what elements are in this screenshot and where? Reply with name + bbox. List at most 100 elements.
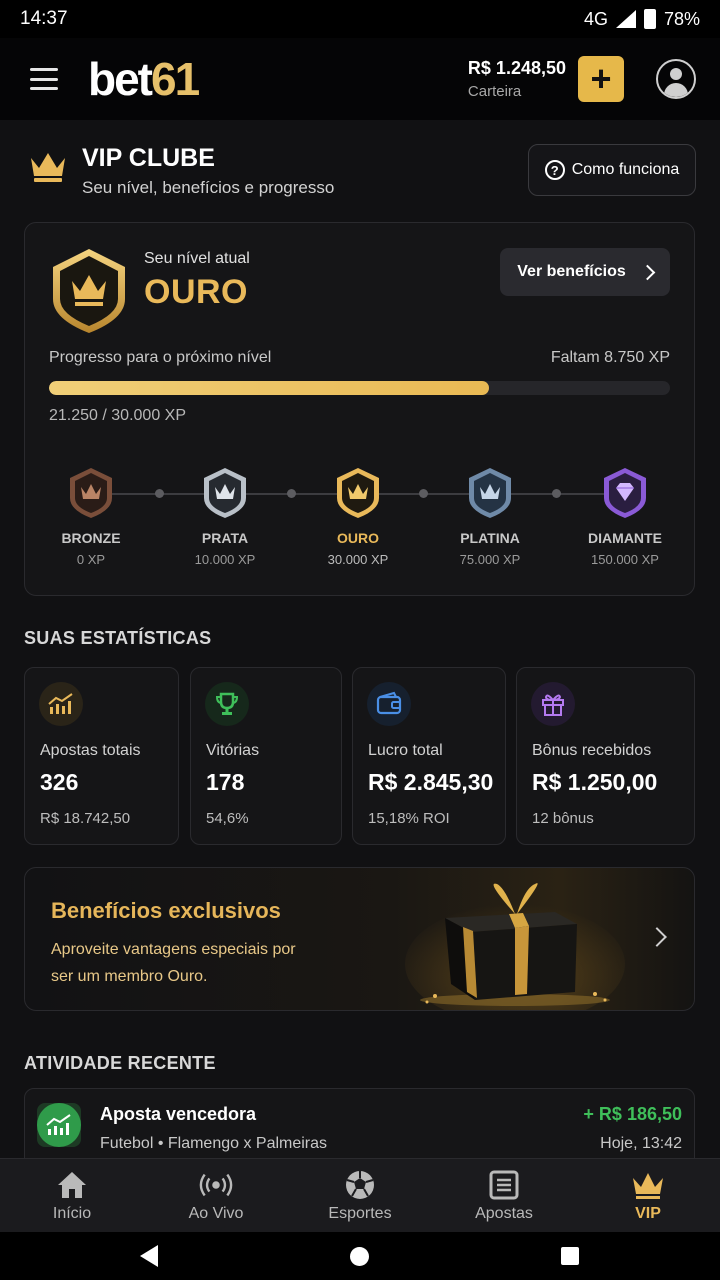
how-it-works-button[interactable]: ? Como funciona	[528, 144, 696, 196]
status-icons: 4G 78%	[584, 9, 700, 30]
stat-label: Vitórias	[206, 742, 260, 759]
stat-sub: 15,18% ROI	[368, 810, 450, 827]
nav-home[interactable]: Início	[0, 1159, 144, 1232]
battery-level: 78%	[663, 8, 700, 29]
current-level-name: OURO	[144, 273, 248, 311]
nav-vip[interactable]: VIP	[576, 1159, 720, 1232]
wallet[interactable]: R$ 1.248,50 Carteira	[468, 58, 566, 100]
nav-bets[interactable]: Apostas	[432, 1159, 576, 1232]
activity-subtitle: Futebol • Flamengo x Palmeiras	[100, 1135, 328, 1152]
stat-card-profit[interactable]: Lucro total R$ 2.845,30 15,18% ROI	[352, 667, 506, 845]
wallet-label: Carteira	[467, 83, 522, 100]
promo-title: Benefícios exclusivos	[51, 898, 281, 923]
tier-name: DIAMANTE	[588, 530, 662, 546]
stat-label: Bônus recebidos	[532, 742, 652, 759]
tier-name: BRONZE	[61, 530, 121, 546]
wallet-balance: R$ 1.248,50	[467, 58, 566, 78]
nav-live[interactable]: Ao Vivo	[144, 1159, 288, 1232]
tier-xp: 0 XP	[76, 552, 106, 567]
current-level-label: Seu nível atual	[144, 250, 250, 267]
tier-name: OURO	[337, 530, 379, 546]
logo[interactable]: bet61	[88, 52, 200, 106]
system-navigation-bar	[0, 1232, 720, 1280]
chevron-right-icon	[639, 264, 656, 280]
tier-separator-dot	[155, 489, 164, 498]
crown-icon	[631, 1169, 665, 1201]
stat-card-wins[interactable]: Vitórias 178 54,6%	[190, 667, 342, 845]
progress-label: Progresso para o próximo nível	[49, 349, 272, 366]
vip-header: VIP CLUBE Seu nível, benefícios e progre…	[24, 144, 696, 204]
bottom-navigation: Início Ao Vivo Esportes Apostas VIP	[0, 1158, 720, 1232]
activity-section-title: ATIVIDADE RECENTE	[24, 1053, 216, 1073]
recent-apps-icon[interactable]	[561, 1247, 579, 1265]
stat-value: 326	[40, 769, 79, 795]
nav-label: Esportes	[328, 1204, 392, 1222]
nav-sports[interactable]: Esportes	[288, 1159, 432, 1232]
tier-track: BRONZE 0 XP PRATA 10.000 XP OURO 30.000 …	[25, 466, 694, 576]
gold-badge-icon	[53, 249, 125, 333]
logo-number: 61	[151, 53, 200, 105]
view-benefits-button[interactable]: Ver benefícios	[500, 248, 670, 296]
stat-label: Apostas totais	[40, 742, 141, 759]
chevron-right-icon	[647, 927, 667, 947]
status-time: 14:37	[20, 8, 68, 29]
progress-bar	[49, 381, 670, 395]
deposit-button[interactable]: +	[578, 56, 624, 102]
level-card: Seu nível atual OURO Ver benefícios Prog…	[24, 222, 695, 596]
tier-diamante[interactable]: DIAMANTE 150.000 XP	[570, 466, 680, 567]
stat-label: Lucro total	[368, 742, 443, 759]
tier-separator-dot	[287, 489, 296, 498]
back-icon[interactable]	[140, 1245, 158, 1267]
trophy-icon	[205, 682, 249, 726]
stat-card-bonus[interactable]: Bônus recebidos R$ 1.250,00 12 bônus	[516, 667, 695, 845]
signal-icon	[615, 10, 636, 28]
stat-sub: R$ 18.742,50	[40, 810, 131, 827]
tier-xp: 150.000 XP	[591, 552, 659, 567]
app-header: bet61 R$ 1.248,50 Carteira +	[0, 38, 720, 120]
progress-remaining: Faltam 8.750 XP	[550, 349, 670, 366]
nav-label: Início	[52, 1204, 92, 1222]
page-subtitle: Seu nível, benefícios e progresso	[82, 178, 335, 197]
stat-value: R$ 1.250,00	[532, 769, 658, 795]
gift-box-icon	[405, 883, 625, 1010]
tier-ouro[interactable]: OURO 30.000 XP	[303, 466, 413, 567]
view-benefits-label: Ver benefícios	[517, 263, 626, 280]
stat-value: R$ 2.845,30	[368, 769, 494, 795]
silver-badge-icon	[204, 468, 246, 518]
nav-label: Ao Vivo	[188, 1204, 244, 1222]
tier-separator-dot	[552, 489, 561, 498]
status-bar: 14:37 4G 78%	[0, 0, 720, 38]
tier-prata[interactable]: PRATA 10.000 XP	[170, 466, 280, 567]
activity-time: Hoje, 13:42	[600, 1135, 682, 1152]
diamond-badge-icon	[604, 468, 646, 518]
gold-badge-icon	[337, 468, 379, 518]
home-icon	[55, 1169, 89, 1201]
home-circle-icon[interactable]	[350, 1247, 369, 1266]
network-label: 4G	[583, 8, 608, 29]
progress-xp: 21.250 / 30.000 XP	[49, 407, 186, 424]
exclusive-benefits-banner[interactable]: Benefícios exclusivos Aproveite vantagen…	[24, 867, 695, 1011]
profile-avatar-icon[interactable]	[656, 59, 696, 99]
live-icon	[199, 1169, 233, 1201]
battery-icon	[643, 9, 656, 29]
logo-text: bet	[88, 53, 153, 105]
tier-xp: 30.000 XP	[327, 552, 389, 567]
tier-platina[interactable]: PLATINA 75.000 XP	[435, 466, 545, 567]
activity-item[interactable]: Aposta vencedora Futebol • Flamengo x Pa…	[24, 1088, 695, 1158]
menu-icon[interactable]	[30, 68, 58, 90]
main-content[interactable]: VIP CLUBE Seu nível, benefícios e progre…	[0, 120, 720, 1158]
stats-section-title: SUAS ESTATÍSTICAS	[24, 628, 212, 648]
nav-label: VIP	[635, 1204, 661, 1222]
activity-title: Aposta vencedora	[100, 1104, 257, 1124]
tier-bronze[interactable]: BRONZE 0 XP	[36, 466, 146, 567]
soccer-ball-icon	[343, 1169, 377, 1201]
betslip-icon	[487, 1169, 521, 1201]
chart-up-icon	[39, 682, 83, 726]
winning-bet-icon	[37, 1103, 81, 1147]
bronze-badge-icon	[70, 468, 112, 518]
promo-text: Aproveite vantagens especiais por ser um…	[51, 941, 296, 985]
platinum-badge-icon	[469, 468, 511, 518]
tier-name: PRATA	[201, 530, 249, 546]
stat-card-total-bets[interactable]: Apostas totais 326 R$ 18.742,50	[24, 667, 179, 845]
activity-amount: + R$ 186,50	[583, 1104, 682, 1124]
